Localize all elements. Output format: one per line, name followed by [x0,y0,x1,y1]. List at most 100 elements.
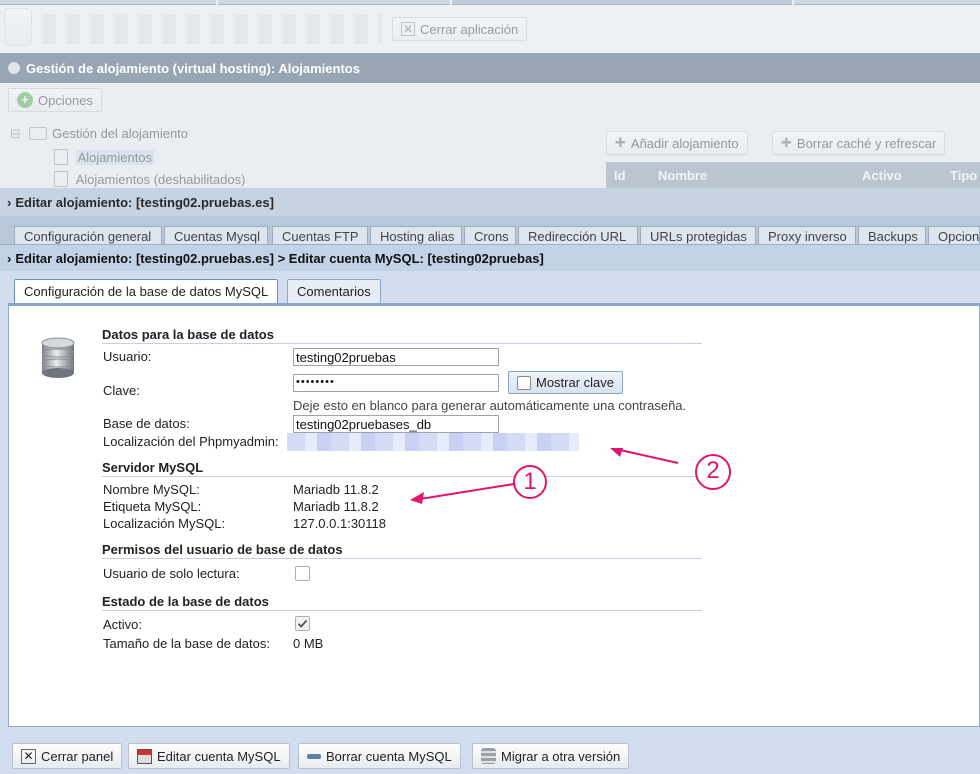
mysql-location-label: Localización MySQL: [103,516,226,531]
password-hint: Deje esto en blanco para generar automát… [293,398,687,413]
show-password-button[interactable]: Mostrar clave [508,371,624,394]
tree-item-alojamientos[interactable]: Alojamientos [54,149,155,165]
migrate-version-button[interactable]: Migrar a otra versión [472,743,630,769]
grid-col-activo[interactable]: Activo [862,168,902,183]
app-logo [4,8,32,46]
tab-hosting-alias[interactable]: Hosting alias [370,226,462,244]
readonly-label: Usuario de solo lectura: [103,566,240,581]
options-button[interactable]: + Opciones [8,88,102,112]
mysql-location-value: 127.0.0.1:30118 [293,516,387,531]
chevron-right-icon: › [7,194,12,210]
edit-mysql-header: › Editar alojamiento: [testing02.pruebas… [0,244,980,271]
hosting-window-title: Gestión de alojamiento (virtual hosting)… [26,60,360,76]
user-field[interactable]: testing02pruebas [293,348,499,366]
blurred-app-name [42,14,382,44]
active-checkbox[interactable] [295,616,310,631]
minus-icon [307,753,321,759]
globe-icon [8,62,20,74]
refresh-cache-label: Borrar caché y refrescar [796,135,937,151]
mysql-tag-value: Mariadb 11.8.2 [293,499,379,514]
annotation-arrowhead-2 [610,448,623,457]
grid-col-nombre[interactable]: Nombre [658,168,707,183]
add-hosting-button[interactable]: ✚ Añadir alojamiento [606,131,748,155]
tab-cuentas-ftp[interactable]: Cuentas FTP [272,226,368,244]
folder-icon [28,127,47,140]
tab-configuracion-general[interactable]: Configuración general [14,226,162,244]
tree-item-deshabilitados[interactable]: Alojamientos (deshabilitados) [54,171,245,187]
database-label: Base de datos: [103,416,190,431]
phpmyadmin-label: Localización del Phpmyadmin: [103,434,279,449]
tab-urls-protegidas[interactable]: URLs protegidas [640,226,756,244]
document-icon [54,149,68,165]
tree-item-label: Alojamientos (deshabilitados) [75,172,246,187]
top-tab[interactable] [0,0,216,5]
active-label: Activo: [103,617,143,632]
database-field[interactable]: testing02pruebases_db [293,415,499,433]
document-icon [54,171,68,187]
mysql-tag-label: Etiqueta MySQL: [103,499,202,514]
grid-col-id[interactable]: Id [614,168,626,183]
refresh-cache-button[interactable]: ✚ Borrar caché y refrescar [772,131,946,155]
readonly-checkbox[interactable] [295,566,310,581]
tab-crons[interactable]: Crons [464,226,516,244]
edit-hosting-title: Editar alojamiento: [testing02.pruebas.e… [15,194,274,210]
top-tab[interactable] [218,0,450,5]
tab-redireccion-url[interactable]: Redirección URL [518,226,638,244]
annotation-arrow-2 [619,449,679,464]
close-app-label: Cerrar aplicación [420,21,519,37]
edit-mysql-button[interactable]: Editar cuenta MySQL [128,743,290,769]
add-hosting-label: Añadir alojamiento [630,135,739,151]
close-icon: ✕ [21,748,36,764]
delete-mysql-button[interactable]: Borrar cuenta MySQL [298,743,461,769]
database-stack-icon [481,748,496,764]
close-app-button[interactable]: ✕ Cerrar aplicación [392,17,528,41]
db-size-value: 0 MB [293,636,324,651]
tab-proxy-inverso[interactable]: Proxy inverso [758,226,856,244]
annotation-layer [410,448,731,504]
tree-root-label: Gestión del alojamiento [52,126,189,141]
mysql-name-label: Nombre MySQL: [103,482,200,497]
grid-col-tipo[interactable]: Tipo [950,168,977,183]
hosting-window-header: Gestión de alojamiento (virtual hosting)… [0,53,980,83]
show-password-label: Mostrar clave [536,375,615,390]
checkmark-icon [297,619,308,628]
plus-icon: ✚ [615,135,626,150]
close-panel-button[interactable]: ✕ Cerrar panel [12,743,123,769]
hosting-grid-header: Id Nombre Activo Tipo [606,162,980,188]
options-label: Opciones [38,92,93,108]
annotation-arrow-1 [419,483,515,500]
tree-root[interactable]: ⊟ Gestión del alojamiento [10,126,188,142]
delete-mysql-label: Borrar cuenta MySQL [326,748,452,764]
section-user-permissions: Permisos del usuario de base de datos [102,542,702,559]
top-tab[interactable] [794,0,980,5]
chevron-right-icon: › [7,250,12,266]
user-label: Usuario: [103,349,152,364]
close-panel-label: Cerrar panel [41,748,114,764]
edit-mysql-title: Editar alojamiento: [testing02.pruebas.e… [15,250,544,266]
annotation-arrowhead-1 [410,492,424,504]
tab-comentarios[interactable]: Comentarios [287,279,381,303]
password-label: Clave: [103,383,140,398]
password-field[interactable]: •••••••• [293,374,499,392]
edit-mysql-label: Editar cuenta MySQL [157,748,281,764]
plus-icon: ✚ [781,135,792,150]
checkbox-icon [517,375,531,390]
tab-opciones[interactable]: Opcion [928,226,980,244]
tab-backups[interactable]: Backups [858,226,926,244]
edit-hosting-header: › Editar alojamiento: [testing02.pruebas… [0,188,980,216]
top-tab[interactable] [452,0,792,5]
section-db-state: Estado de la base de datos [102,594,702,611]
database-icon [41,337,75,378]
tree-item-label: Alojamientos [75,150,155,165]
close-icon: ✕ [401,22,415,36]
tab-mysql-config[interactable]: Configuración de la base de datos MySQL [14,279,279,303]
mysql-form-panel [8,303,980,727]
annotation-number-1: 1 [523,468,537,495]
tab-cuentas-mysql[interactable]: Cuentas Mysql [164,226,268,244]
db-size-label: Tamaño de la base de datos: [103,636,270,651]
section-db-data: Datos para la base de datos [102,327,702,344]
mysql-name-value: Mariadb 11.8.2 [293,482,379,497]
save-icon [137,748,152,764]
migrate-version-label: Migrar a otra versión [501,748,621,764]
annotation-number-2: 2 [706,457,720,484]
